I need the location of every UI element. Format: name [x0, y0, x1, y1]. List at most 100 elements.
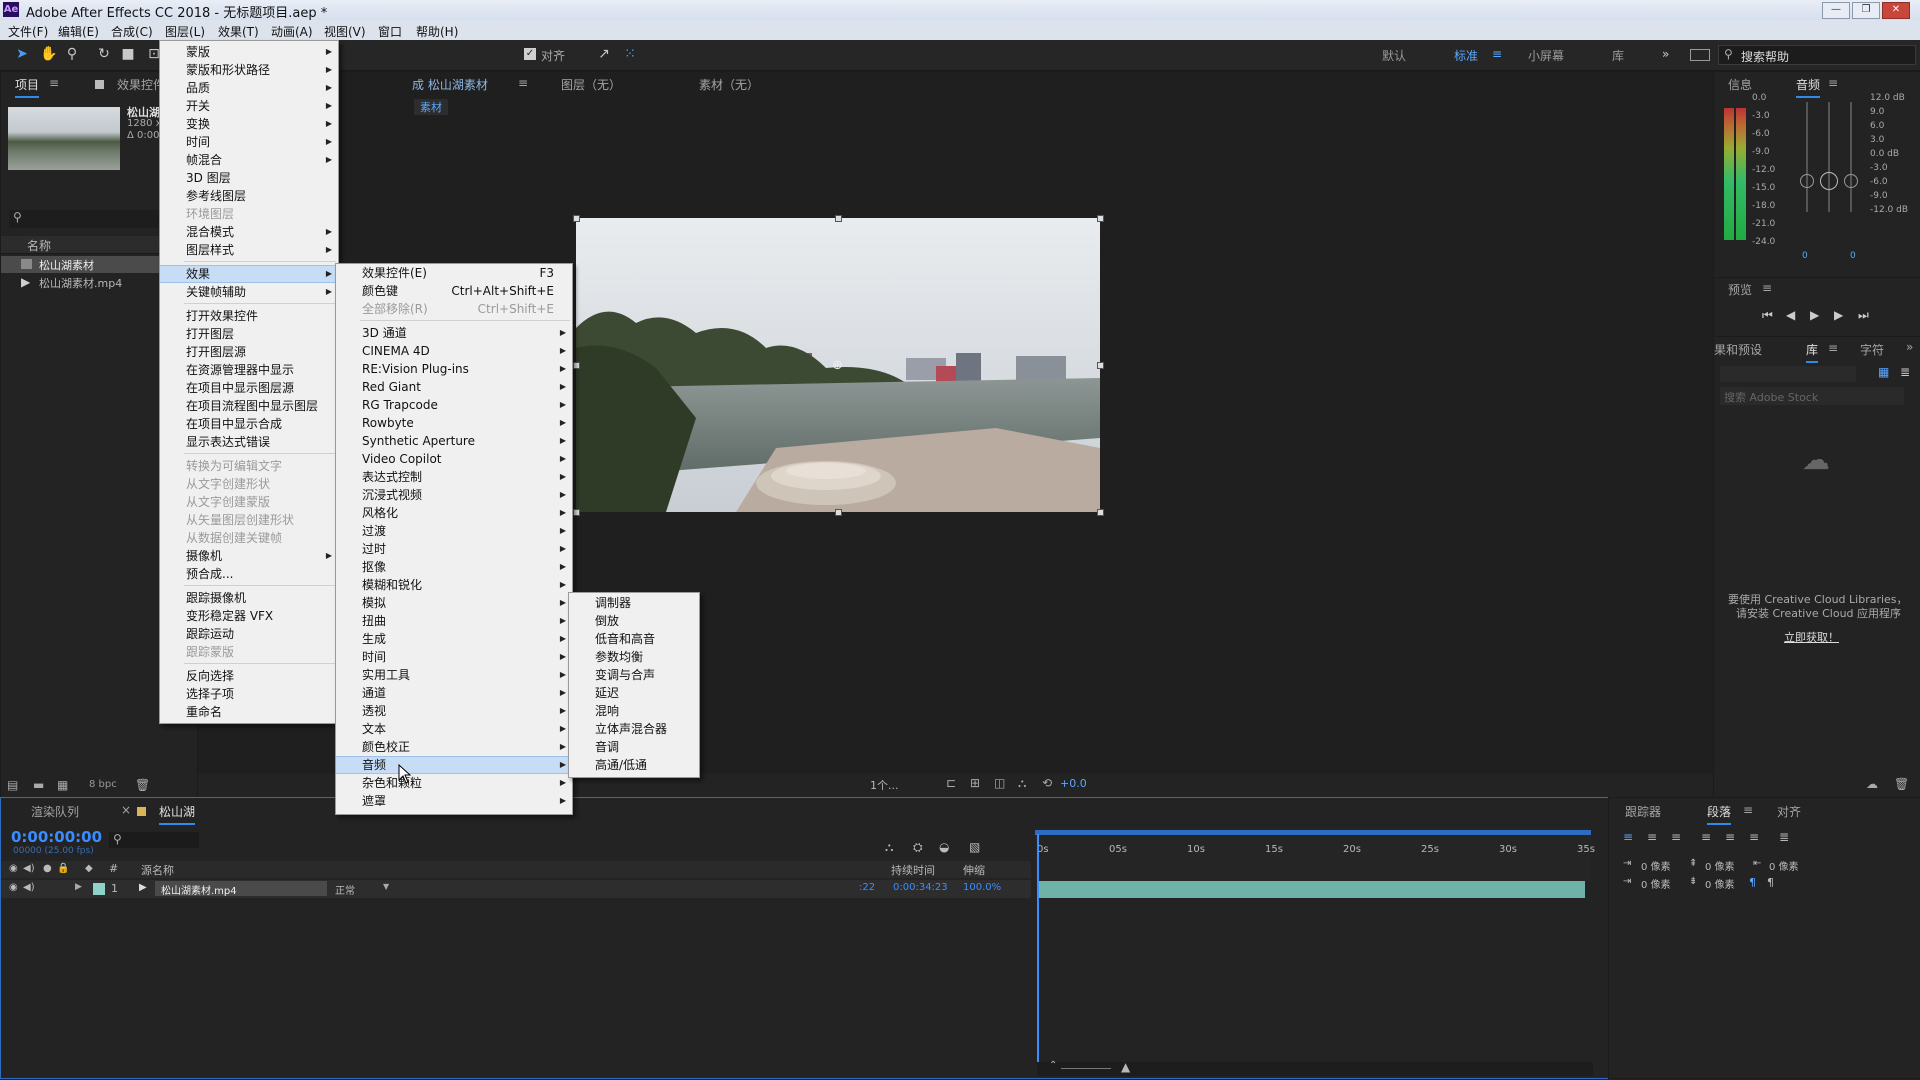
- effect-controls-lock-icon[interactable]: [95, 80, 104, 89]
- lock-icon[interactable]: 🔒: [57, 863, 69, 874]
- exposure-value[interactable]: +0.0: [1060, 777, 1087, 790]
- column-stretch[interactable]: 伸缩: [963, 862, 985, 878]
- layer-stretch[interactable]: 100.0%: [963, 882, 1001, 893]
- tab-paragraph[interactable]: 段落: [1707, 803, 1732, 825]
- tab-composition[interactable]: 成 松山湖素材: [412, 76, 488, 93]
- effect-menu-item[interactable]: Synthetic Aperture ▶: [336, 432, 572, 450]
- paragraph-menu-icon[interactable]: ≡: [1743, 803, 1753, 817]
- previous-frame-icon[interactable]: ◀: [1786, 308, 1795, 322]
- current-time-indicator[interactable]: [1037, 834, 1039, 1074]
- volume-slider-right[interactable]: [1850, 102, 1852, 212]
- close-tab-icon[interactable]: ×: [121, 803, 131, 817]
- effect-menu-item[interactable]: Video Copilot ▶: [336, 450, 572, 468]
- library-dropdown[interactable]: [1720, 366, 1856, 382]
- layer-menu-item[interactable]: 图层样式 ▶: [160, 241, 338, 259]
- tab-audio[interactable]: 音频: [1796, 76, 1821, 98]
- transform-handle[interactable]: [573, 215, 580, 222]
- effect-menu-item[interactable]: 抠像 ▶: [336, 558, 572, 576]
- layer-label-color[interactable]: [93, 883, 105, 895]
- effect-menu-item[interactable]: Rowbyte ▶: [336, 414, 572, 432]
- close-button[interactable]: ✕: [1882, 2, 1910, 19]
- layer-menu-item[interactable]: 变换 ▶: [160, 115, 338, 133]
- layer-in-point[interactable]: :22: [859, 882, 875, 893]
- layer-menu-item[interactable]: 混合模式 ▶: [160, 223, 338, 241]
- effect-menu-item[interactable]: 颜色校正 ▶: [336, 738, 572, 756]
- justify-right-icon[interactable]: ≡: [1749, 830, 1759, 844]
- slider-knob-right[interactable]: [1844, 174, 1858, 188]
- first-line-indent-value[interactable]: 0 像素: [1641, 876, 1671, 891]
- transform-handle[interactable]: [1097, 362, 1104, 369]
- menu-file[interactable]: 文件(F): [8, 23, 48, 40]
- space-before-value[interactable]: 0 像素: [1705, 858, 1735, 873]
- tab-timeline-comp[interactable]: 松山湖: [159, 803, 196, 825]
- align-left-icon[interactable]: ≡: [1623, 830, 1633, 844]
- audio-menu-item[interactable]: 延迟: [569, 684, 699, 702]
- effect-menu-item[interactable]: 遮罩 ▶: [336, 792, 572, 810]
- next-frame-icon[interactable]: ▶: [1834, 308, 1843, 322]
- minimize-button[interactable]: —: [1822, 2, 1850, 19]
- effect-menu-item[interactable]: 颜色键 Ctrl+Alt+Shift+E: [336, 282, 572, 300]
- effect-menu-item[interactable]: 时间 ▶: [336, 648, 572, 666]
- timeline-search-input[interactable]: ⚲: [109, 832, 199, 848]
- layer-menu-item[interactable]: 变形稳定器 VFX: [160, 607, 338, 625]
- work-area-bar[interactable]: [1035, 830, 1591, 835]
- audio-menu-item[interactable]: 调制器: [569, 594, 699, 612]
- layer-duration[interactable]: 0:00:34:23: [893, 882, 948, 893]
- reset-exposure-icon[interactable]: ⟲: [1042, 776, 1052, 790]
- layer-duration-bar[interactable]: [1037, 881, 1585, 898]
- audio-menu-item[interactable]: 混响: [569, 702, 699, 720]
- effect-menu-item[interactable]: 3D 通道 ▶: [336, 324, 572, 342]
- flowchart-icon[interactable]: ⛬: [1018, 776, 1026, 791]
- zoom-tool-icon[interactable]: ⚲: [64, 46, 80, 62]
- transparency-grid-icon[interactable]: ⊞: [970, 776, 980, 790]
- slider-knob-left[interactable]: [1800, 174, 1814, 188]
- list-view-icon[interactable]: ≣: [1900, 365, 1910, 379]
- selection-tool-icon[interactable]: ➤: [14, 46, 30, 62]
- cloud-sync-icon[interactable]: ☁: [1866, 777, 1878, 791]
- new-composition-icon[interactable]: ▦: [57, 778, 68, 792]
- layer-menu-item[interactable]: 在项目中显示合成: [160, 415, 338, 433]
- volume-slider-master[interactable]: [1828, 102, 1830, 212]
- audio-menu-item[interactable]: 高通/低通: [569, 756, 699, 774]
- timeline-zoom-bar[interactable]: ⌃ ▲: [1037, 1060, 1593, 1076]
- first-frame-icon[interactable]: ⏮: [1762, 308, 1773, 323]
- effect-menu-item[interactable]: 扭曲 ▶: [336, 612, 572, 630]
- effect-menu-item[interactable]: 杂色和颗粒 ▶: [336, 774, 572, 792]
- solo-icon[interactable]: ●: [43, 863, 52, 874]
- audio-menu-item[interactable]: 倒放: [569, 612, 699, 630]
- maximize-button[interactable]: ❐: [1852, 2, 1880, 19]
- layer-audio-icon[interactable]: ◀): [23, 882, 35, 893]
- snapshot-icon[interactable]: ◫: [994, 776, 1005, 790]
- snap-checkbox[interactable]: ✓: [524, 48, 536, 60]
- layer-visibility-icon[interactable]: ◉: [9, 882, 18, 893]
- effect-menu-item[interactable]: 文本 ▶: [336, 720, 572, 738]
- layer-menu-item[interactable]: 在项目中显示图层源: [160, 379, 338, 397]
- draft-3d-icon[interactable]: ⛭: [913, 840, 923, 855]
- tab-project-menu-icon[interactable]: ≡: [49, 76, 59, 90]
- layer-menu-item[interactable]: 反向选择: [160, 667, 338, 685]
- delete-icon[interactable]: 🗑: [1894, 777, 1909, 791]
- adobe-stock-search[interactable]: 搜索 Adobe Stock: [1720, 387, 1904, 405]
- effect-menu-item[interactable]: RE:Vision Plug-ins ▶: [336, 360, 572, 378]
- tab-character[interactable]: 字符: [1860, 341, 1884, 358]
- layer-menu-item[interactable]: 预合成...: [160, 565, 338, 583]
- right-volume-value[interactable]: 0: [1850, 251, 1856, 261]
- hand-tool-icon[interactable]: ✋: [40, 46, 57, 62]
- tab-preview[interactable]: 预览: [1728, 281, 1752, 298]
- tab-tracker[interactable]: 跟踪器: [1625, 803, 1661, 820]
- layer-blend-mode[interactable]: 正常: [335, 882, 355, 897]
- workspace-menu-icon[interactable]: ≡: [1492, 47, 1502, 61]
- audio-icon[interactable]: ◀): [23, 863, 35, 874]
- layer-menu-item[interactable]: 蒙版和形状路径 ▶: [160, 61, 338, 79]
- menu-effect[interactable]: 效果(T): [218, 23, 259, 40]
- menu-help[interactable]: 帮助(H): [416, 23, 458, 40]
- preview-menu-icon[interactable]: ≡: [1762, 281, 1772, 295]
- timeline-layer-row[interactable]: ◉ ◀) ▶ 1 ▶ 松山湖素材.mp4 正常 ▼ :22 0:00:34:23…: [1, 880, 1031, 898]
- column-name[interactable]: 名称: [27, 237, 51, 254]
- transform-handle[interactable]: [1097, 215, 1104, 222]
- layer-menu-item[interactable]: 蒙版 ▶: [160, 43, 338, 61]
- layer-menu-item[interactable]: 跟踪运动: [160, 625, 338, 643]
- help-search[interactable]: ⚲ 搜索帮助: [1718, 45, 1916, 65]
- workspace-default[interactable]: 默认: [1382, 47, 1406, 64]
- tab-effects-presets[interactable]: 果和预设: [1714, 341, 1762, 358]
